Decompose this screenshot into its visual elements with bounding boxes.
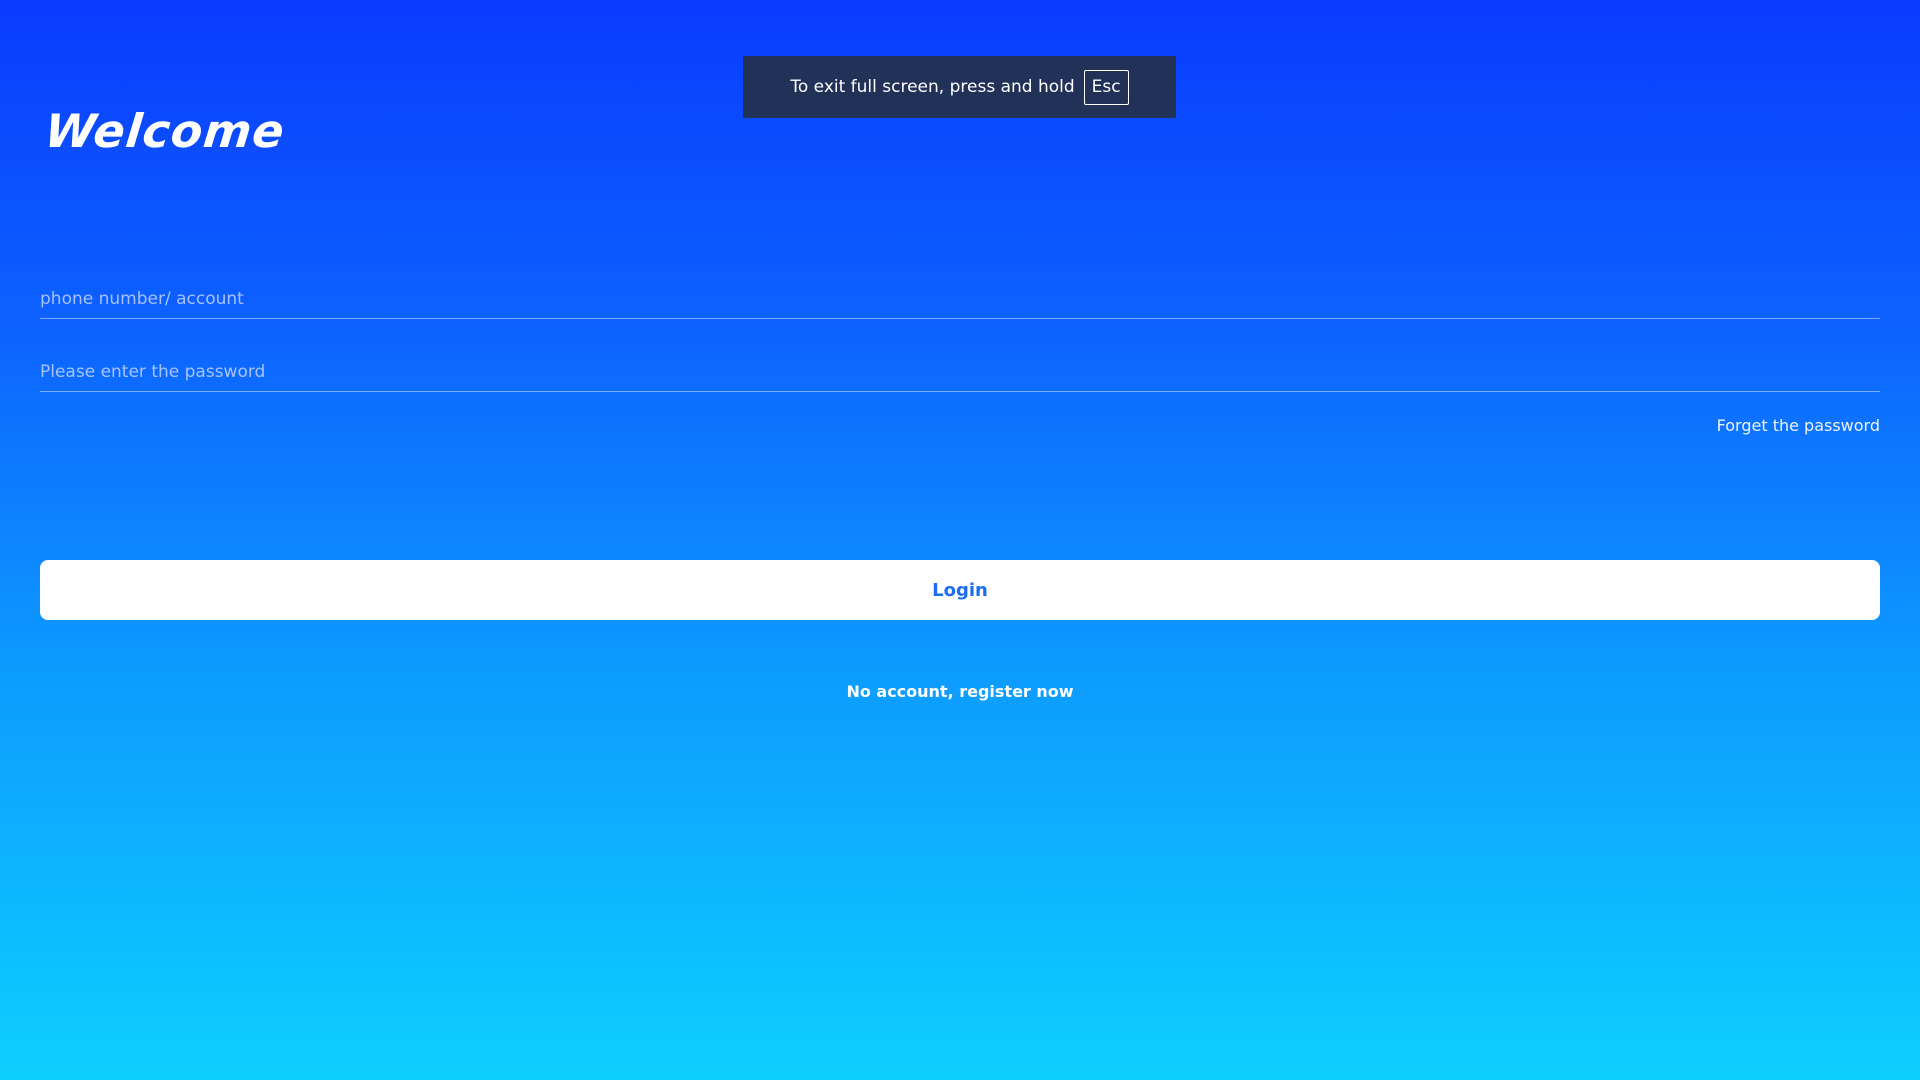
login-button[interactable]: Login [40, 560, 1880, 620]
account-field [40, 280, 1880, 319]
password-input[interactable] [40, 353, 1880, 391]
welcome-title: Welcome [42, 104, 288, 158]
password-field [40, 353, 1880, 392]
login-screen: Welcome Forget the password Login No acc… [0, 0, 1920, 1080]
esc-key-badge: Esc [1083, 69, 1129, 105]
register-link[interactable]: No account, register now [0, 682, 1920, 701]
forget-password-link[interactable]: Forget the password [1717, 416, 1880, 435]
account-input[interactable] [40, 280, 1880, 318]
fullscreen-notice-text: To exit full screen, press and hold [790, 77, 1075, 97]
fullscreen-exit-notice: To exit full screen, press and hold Esc [743, 56, 1176, 118]
